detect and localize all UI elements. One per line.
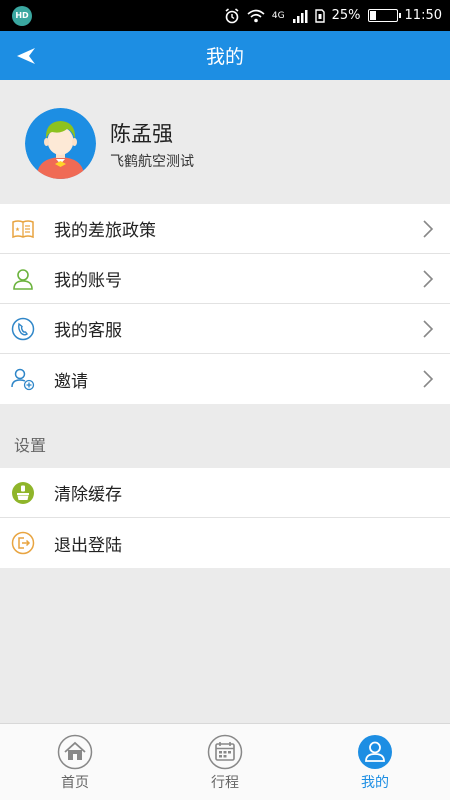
tab-itinerary[interactable]: 行程 <box>150 724 300 800</box>
status-time: 11:50 <box>404 8 442 23</box>
invite-icon <box>11 368 35 391</box>
user-name: 陈孟强 <box>110 122 173 146</box>
signal-icon <box>292 9 308 23</box>
profile-section[interactable]: 陈孟强 飞鹤航空测试 <box>0 80 450 203</box>
tab-label: 行程 <box>211 775 239 791</box>
phone-icon <box>11 317 35 341</box>
chevron-right-icon <box>423 270 434 288</box>
home-icon <box>57 734 93 770</box>
back-arrow-icon <box>17 48 35 64</box>
menu-item-label: 我的差旅政策 <box>54 221 156 241</box>
clear-cache-icon <box>12 482 34 504</box>
back-button[interactable] <box>12 43 40 69</box>
battery-icon <box>367 9 401 22</box>
logout-icon <box>11 531 35 555</box>
settings-menu: 清除缓存 退出登陆 <box>0 468 450 568</box>
battery-level <box>369 11 376 20</box>
chevron-right-icon <box>423 370 434 388</box>
tab-label: 首页 <box>61 775 89 791</box>
account-icon <box>13 269 33 290</box>
menu-item-clear-cache[interactable]: 清除缓存 <box>0 468 450 518</box>
tab-label: 我的 <box>361 775 389 791</box>
status-bar-left: HD <box>12 5 32 26</box>
tab-bar: 首页 行程 我的 <box>0 723 450 800</box>
avatar[interactable] <box>25 108 96 179</box>
policy-icon <box>12 220 34 239</box>
battery-percent: 25% <box>331 8 361 23</box>
menu-item-invite[interactable]: 邀请 <box>0 354 450 404</box>
avatar-icon <box>25 108 96 179</box>
status-bar: HD 4G 25% 11:50 <box>0 0 450 31</box>
chevron-right-icon <box>423 220 434 238</box>
menu-item-customer-service[interactable]: 我的客服 <box>0 304 450 354</box>
menu-item-travel-policy[interactable]: 我的差旅政策 <box>0 204 450 254</box>
hd-badge: HD <box>12 5 32 26</box>
status-bar-right: 4G 25% 11:50 <box>224 7 442 24</box>
main-menu: 我的差旅政策 我的账号 我的客服 邀请 <box>0 204 450 404</box>
menu-item-logout[interactable]: 退出登陆 <box>0 518 450 568</box>
title-bar: 我的 <box>0 31 450 80</box>
network-type: 4G <box>271 10 285 21</box>
page-title: 我的 <box>205 46 244 68</box>
menu-item-label: 退出登陆 <box>54 535 122 556</box>
alarm-icon <box>225 7 239 23</box>
user-organization: 飞鹤航空测试 <box>110 154 194 170</box>
menu-item-label: 邀请 <box>54 371 88 392</box>
settings-section-title: 设置 <box>14 436 47 455</box>
menu-item-label: 我的客服 <box>54 321 122 341</box>
menu-item-label: 清除缓存 <box>54 485 122 505</box>
menu-item-account[interactable]: 我的账号 <box>0 254 450 304</box>
tab-mine[interactable]: 我的 <box>300 724 450 800</box>
user-icon <box>358 735 392 769</box>
menu-item-label: 我的账号 <box>54 271 122 291</box>
wifi-icon <box>247 9 265 22</box>
tab-home[interactable]: 首页 <box>0 724 150 800</box>
sim-icon <box>314 8 325 23</box>
calendar-icon <box>207 734 243 770</box>
chevron-right-icon <box>423 320 434 338</box>
